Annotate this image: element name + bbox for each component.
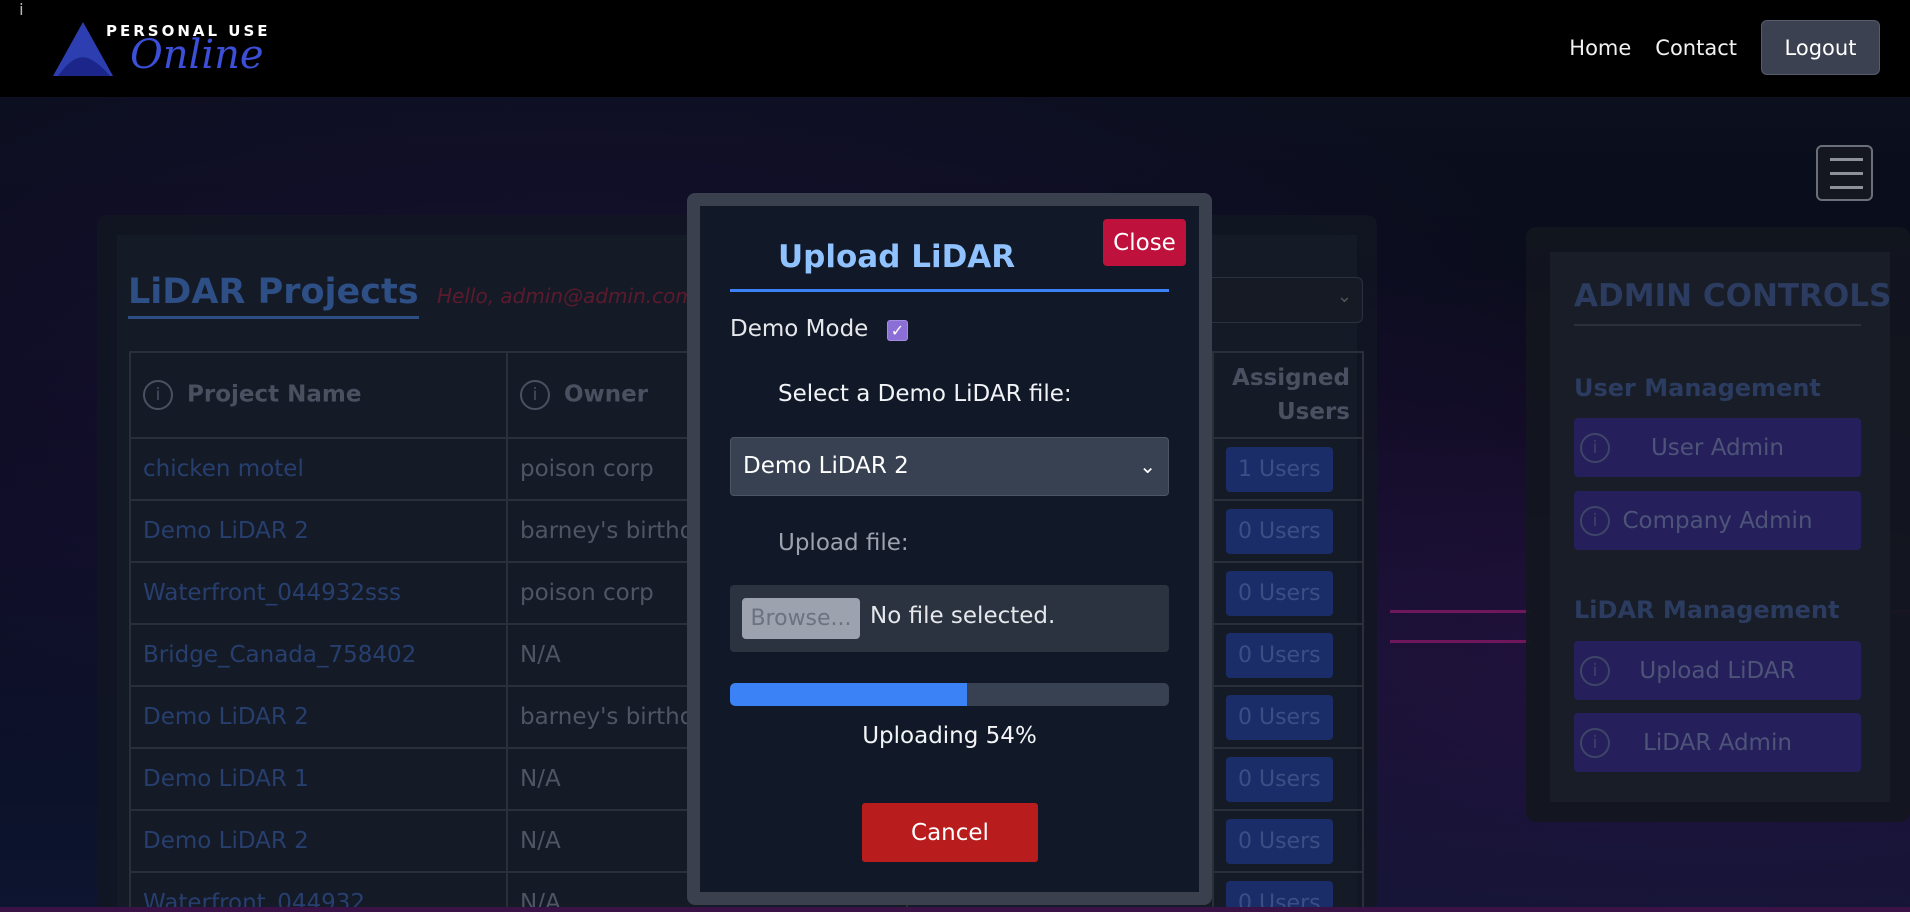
project-name-link[interactable]: Demo LiDAR 2 bbox=[129, 809, 508, 873]
assigned-users-cell: 0 Users bbox=[1212, 871, 1364, 912]
modal-close-button[interactable]: Close bbox=[1103, 219, 1186, 266]
upload-modal bbox=[700, 206, 1199, 892]
user-admin-button[interactable]: i User Admin bbox=[1574, 418, 1861, 477]
upload-progress-fill bbox=[730, 683, 968, 706]
bottom-stripe bbox=[0, 907, 1910, 912]
nav-home-link[interactable]: Home bbox=[1569, 36, 1631, 60]
assigned-users-button[interactable]: 0 Users bbox=[1226, 756, 1333, 802]
chevron-down-icon: ⌄ bbox=[1139, 454, 1156, 478]
assigned-users-cell: 1 Users bbox=[1212, 437, 1364, 501]
info-icon[interactable]: i bbox=[1580, 506, 1610, 536]
assigned-users-cell: 0 Users bbox=[1212, 747, 1364, 811]
assigned-users-button[interactable]: 0 Users bbox=[1226, 508, 1333, 554]
upload-lidar-button[interactable]: i Upload LiDAR bbox=[1574, 641, 1861, 700]
assigned-users-cell: 0 Users bbox=[1212, 623, 1364, 687]
logout-button[interactable]: Logout bbox=[1761, 20, 1880, 75]
upload-file-label: Upload file: bbox=[778, 530, 909, 556]
demo-mode-label: Demo Mode bbox=[730, 316, 869, 342]
projects-filter-select[interactable] bbox=[1195, 277, 1363, 323]
user-management-heading: User Management bbox=[1574, 374, 1821, 402]
admin-controls-title: ADMIN CONTROLS bbox=[1574, 278, 1891, 326]
brand-line2: Online bbox=[130, 32, 264, 78]
lidar-management-heading: LiDAR Management bbox=[1574, 596, 1840, 624]
project-name-link[interactable]: Demo LiDAR 1 bbox=[129, 747, 508, 811]
upload-progress-bar bbox=[730, 683, 1169, 706]
info-icon[interactable]: i bbox=[1580, 656, 1610, 686]
no-file-selected-text: No file selected. bbox=[870, 603, 1056, 629]
main-nav: Home Contact Logout bbox=[1569, 20, 1880, 75]
demo-file-select-label: Select a Demo LiDAR file: bbox=[778, 381, 1072, 407]
assigned-users-cell: 0 Users bbox=[1212, 685, 1364, 749]
project-name-link[interactable]: Bridge_Canada_758402 bbox=[129, 623, 508, 687]
upload-file-input[interactable]: Browse... No file selected. bbox=[730, 585, 1169, 652]
project-name-link[interactable]: Waterfront_044932 bbox=[129, 871, 508, 912]
demo-file-select[interactable]: Demo LiDAR 2 ⌄ bbox=[730, 437, 1169, 496]
brand-logo[interactable]: PERSONAL USE Online bbox=[52, 20, 272, 80]
column-header-assigned-users[interactable]: Assigned Users bbox=[1212, 351, 1364, 439]
background-streak bbox=[1390, 640, 1530, 643]
info-icon[interactable]: i bbox=[1580, 433, 1610, 463]
demo-mode-checkbox[interactable]: ✓ bbox=[887, 320, 908, 341]
logo-triangle-icon bbox=[53, 22, 113, 76]
company-admin-button[interactable]: i Company Admin bbox=[1574, 491, 1861, 550]
assigned-users-cell: 0 Users bbox=[1212, 499, 1364, 563]
top-navbar: PERSONAL USE Online Home Contact Logout bbox=[0, 0, 1910, 97]
project-name-link[interactable]: Waterfront_044932sss bbox=[129, 561, 508, 625]
user-greeting: Hello, admin@admin.com bbox=[437, 284, 695, 308]
info-icon[interactable]: i bbox=[19, 0, 23, 19]
assigned-users-cell: 0 Users bbox=[1212, 561, 1364, 625]
assigned-users-button[interactable]: 0 Users bbox=[1226, 570, 1333, 616]
checkmark-icon: ✓ bbox=[890, 321, 905, 340]
project-name-link[interactable]: Demo LiDAR 2 bbox=[129, 685, 508, 749]
browse-button[interactable]: Browse... bbox=[742, 598, 860, 639]
background-streak bbox=[1390, 610, 1530, 613]
assigned-users-cell: 0 Users bbox=[1212, 809, 1364, 873]
lidar-admin-button[interactable]: i LiDAR Admin bbox=[1574, 713, 1861, 772]
modal-title-divider bbox=[730, 289, 1169, 292]
projects-title: LiDAR Projects bbox=[128, 272, 419, 319]
info-icon[interactable]: i bbox=[520, 380, 550, 410]
demo-file-selected-value: Demo LiDAR 2 bbox=[743, 453, 909, 479]
assigned-users-button[interactable]: 0 Users bbox=[1226, 694, 1333, 740]
info-icon[interactable]: i bbox=[143, 380, 173, 410]
assigned-users-button[interactable]: 0 Users bbox=[1226, 632, 1333, 678]
project-name-link[interactable]: chicken motel bbox=[129, 437, 508, 501]
info-icon[interactable]: i bbox=[1580, 728, 1610, 758]
upload-progress-text: Uploading 54% bbox=[862, 723, 1037, 749]
assigned-users-button[interactable]: 0 Users bbox=[1226, 818, 1333, 864]
column-header-project-name[interactable]: i Project Name bbox=[129, 351, 508, 439]
modal-title: Upload LiDAR bbox=[778, 239, 1016, 275]
nav-contact-link[interactable]: Contact bbox=[1655, 36, 1737, 60]
hamburger-menu-icon[interactable] bbox=[1816, 145, 1873, 201]
assigned-users-button[interactable]: 1 Users bbox=[1226, 446, 1333, 492]
project-name-link[interactable]: Demo LiDAR 2 bbox=[129, 499, 508, 563]
cancel-upload-button[interactable]: Cancel bbox=[862, 803, 1038, 862]
